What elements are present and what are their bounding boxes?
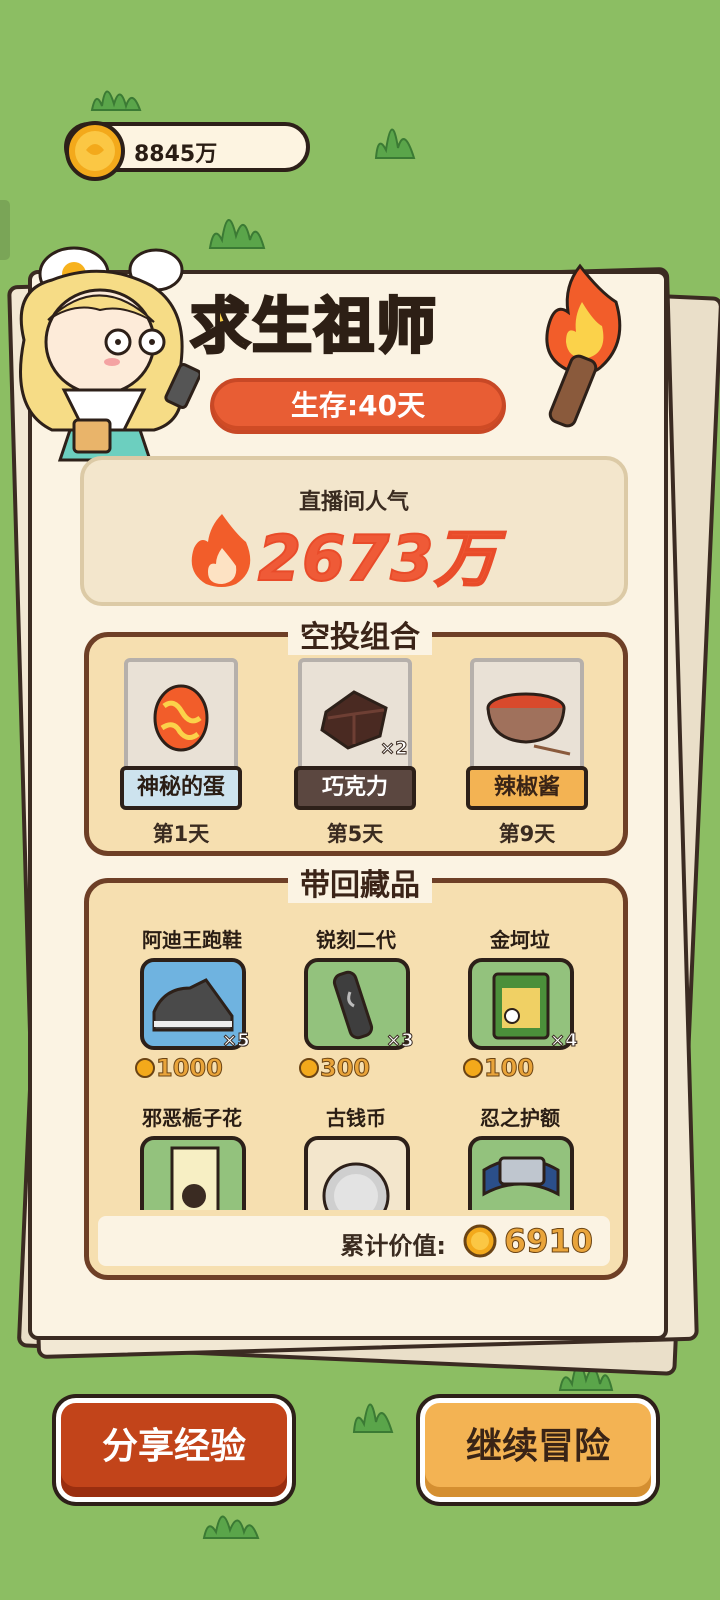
total-value-bar: 累计价值: 6910 (98, 1216, 610, 1266)
popularity-value: 2673万 (257, 521, 498, 596)
airdrop-item-name: 巧克力 (294, 766, 416, 810)
collection-item[interactable]: 金坷垃 ×4 100 (450, 924, 590, 1083)
total-value: 6910 (503, 1222, 594, 1261)
collection-item[interactable]: 邪恶栀子花 ×3 (122, 1102, 262, 1210)
total-value-label: 累计价值: (340, 1232, 446, 1260)
collection-item-price: 1000 (156, 1054, 224, 1083)
airdrop-item-day: 第9天 (498, 822, 556, 846)
continue-adventure-button[interactable]: 继续冒险 (420, 1398, 656, 1502)
chili-sauce-icon (486, 692, 571, 756)
collection-item[interactable]: 忍之护额 (450, 1102, 590, 1210)
collection-item-name: 阿迪王跑鞋 (142, 928, 242, 952)
airdrop-item[interactable]: ×2 巧克力 第5天 (294, 658, 416, 858)
collection-item-qty: ×3 (222, 1208, 251, 1211)
poster-icon (170, 1146, 220, 1210)
airdrop-item-day: 第5天 (326, 822, 384, 846)
airdrop-title: 空投组合 (0, 612, 720, 656)
collection-item[interactable]: 阿迪王跑鞋 ×5 1000 (122, 924, 262, 1083)
ninja-headband-icon (482, 1156, 560, 1197)
collection-item-price: 300 (319, 1054, 371, 1083)
airdrop-item[interactable]: 辣椒酱 第9天 (466, 658, 588, 858)
collection-grid[interactable]: 阿迪王跑鞋 ×5 1000 锐刻二代 ×3 300 金坷垃 ×4 100 邪恶栀… (84, 880, 628, 1210)
grass-tuft-icon (202, 1515, 260, 1539)
currency-bar: 8845万 (64, 121, 310, 181)
mystery-egg-icon (153, 684, 209, 752)
grass-tuft-icon (374, 128, 416, 159)
gold-coin-icon (299, 1058, 319, 1078)
gold-coin-icon (135, 1058, 155, 1078)
collection-item-qty: ×2 (386, 1208, 415, 1211)
gold-coin-icon (463, 1224, 497, 1258)
airdrop-item-qty: ×2 (380, 738, 409, 760)
flame-icon (191, 514, 251, 587)
collection-item-qty: ×3 (386, 1030, 415, 1052)
character-girl-icon (19, 246, 200, 484)
survival-days-badge: 生存:40天 (210, 378, 506, 434)
collection-item-name: 忍之护额 (480, 1106, 560, 1130)
collection-item[interactable]: 古钱币 ×2 (286, 1102, 426, 1210)
share-experience-button[interactable]: 分享经验 (56, 1398, 292, 1502)
collection-item-name: 金坷垃 (490, 928, 550, 952)
currency-amount: 8845万 (134, 142, 218, 167)
collection-item-qty: ×4 (550, 1030, 579, 1052)
collection-item-name: 古钱币 (326, 1106, 386, 1130)
result-title: 求生祖师 (189, 291, 438, 364)
grass-tuft-icon (90, 90, 142, 111)
collection-item[interactable]: 锐刻二代 ×3 300 (286, 924, 426, 1083)
grass-tuft-icon (352, 1403, 394, 1433)
grass-tuft-icon (208, 219, 266, 249)
collection-item-name: 锐刻二代 (316, 928, 396, 952)
collection-item-price: 100 (483, 1054, 535, 1083)
gold-coin-icon (64, 120, 126, 186)
airdrop-item-name: 神秘的蛋 (120, 766, 242, 810)
collection-item-name: 邪恶栀子花 (142, 1106, 242, 1130)
ancient-coin-icon (322, 1162, 390, 1210)
airdrop-item[interactable]: 神秘的蛋 第1天 (120, 658, 242, 858)
airdrop-item-day: 第1天 (152, 822, 210, 846)
collection-item-qty: ×5 (222, 1030, 251, 1052)
airdrop-item-name: 辣椒酱 (466, 766, 588, 810)
gold-coin-icon (463, 1058, 483, 1078)
torch-icon (545, 263, 622, 428)
